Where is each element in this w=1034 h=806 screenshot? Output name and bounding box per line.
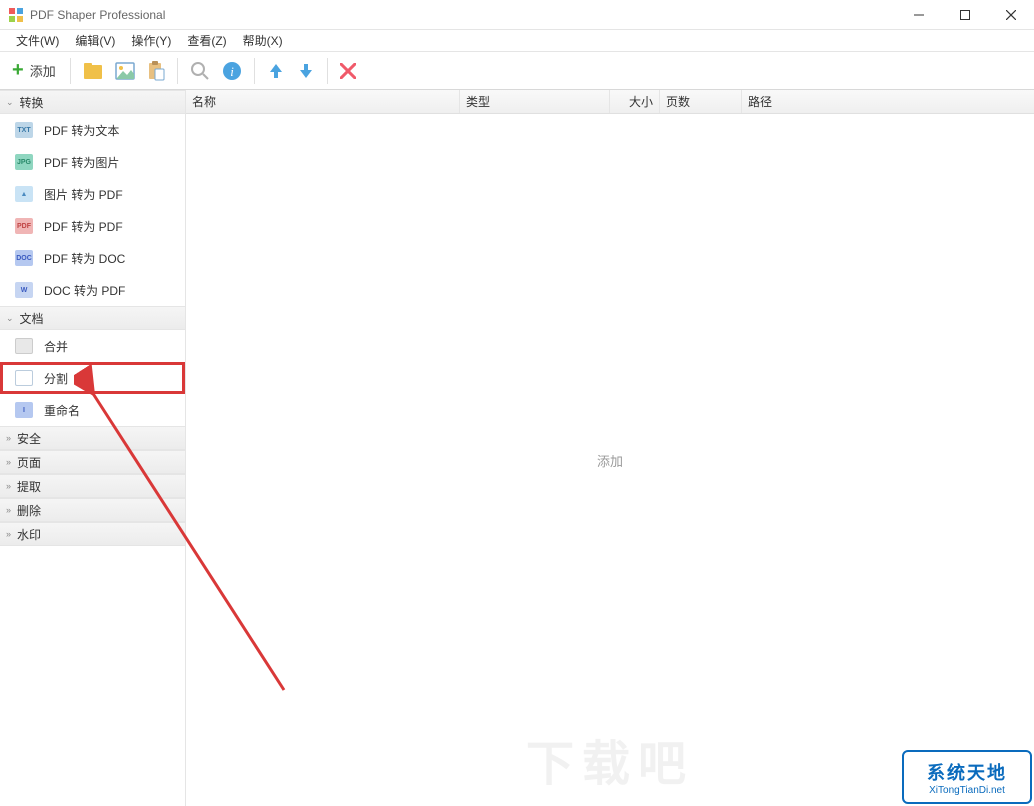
toolbar-separator bbox=[254, 58, 255, 84]
sidebar-item-pdf-to-text[interactable]: TXTPDF 转为文本 bbox=[0, 114, 185, 146]
plus-icon: + bbox=[12, 59, 24, 82]
column-pages[interactable]: 页数 bbox=[660, 90, 742, 113]
chevron-right-icon: » bbox=[6, 529, 11, 539]
sidebar-group-security[interactable]: »安全 bbox=[0, 426, 185, 450]
sidebar-item-rename[interactable]: I重命名 bbox=[0, 394, 185, 426]
paste-button[interactable] bbox=[143, 56, 169, 86]
sidebar-group-extract[interactable]: »提取 bbox=[0, 474, 185, 498]
remove-button[interactable] bbox=[336, 56, 360, 86]
image-button[interactable] bbox=[111, 56, 139, 86]
sidebar: ⌄转换 TXTPDF 转为文本 JPGPDF 转为图片 ▲图片 转为 PDF P… bbox=[0, 90, 186, 806]
minimize-button[interactable] bbox=[896, 0, 942, 29]
content: 名称 类型 大小 页数 路径 下载吧 添加 bbox=[186, 90, 1034, 806]
sidebar-group-delete[interactable]: »删除 bbox=[0, 498, 185, 522]
column-name[interactable]: 名称 bbox=[186, 90, 460, 113]
svg-text:i: i bbox=[230, 64, 234, 79]
menubar: 文件(W) 编辑(V) 操作(Y) 查看(Z) 帮助(X) bbox=[0, 30, 1034, 52]
menu-help[interactable]: 帮助(X) bbox=[235, 32, 291, 49]
search-button[interactable] bbox=[186, 56, 214, 86]
folder-button[interactable] bbox=[79, 56, 107, 86]
pdf-icon: PDF bbox=[14, 216, 34, 236]
add-button[interactable]: + 添加 bbox=[8, 56, 62, 86]
menu-file[interactable]: 文件(W) bbox=[8, 32, 67, 49]
menu-action[interactable]: 操作(Y) bbox=[123, 32, 179, 49]
move-up-button[interactable] bbox=[263, 56, 289, 86]
add-label: 添加 bbox=[30, 61, 56, 80]
sidebar-group-watermark[interactable]: »水印 bbox=[0, 522, 185, 546]
sidebar-item-pdf-to-doc[interactable]: DOCPDF 转为 DOC bbox=[0, 242, 185, 274]
toolbar-separator bbox=[70, 58, 71, 84]
main: ⌄转换 TXTPDF 转为文本 JPGPDF 转为图片 ▲图片 转为 PDF P… bbox=[0, 90, 1034, 806]
image-icon: ▲ bbox=[14, 184, 34, 204]
menu-edit[interactable]: 编辑(V) bbox=[67, 32, 123, 49]
sidebar-item-pdf-to-pdf[interactable]: PDFPDF 转为 PDF bbox=[0, 210, 185, 242]
window-title: PDF Shaper Professional bbox=[30, 8, 896, 22]
sidebar-item-merge[interactable]: 合并 bbox=[0, 330, 185, 362]
column-size[interactable]: 大小 bbox=[610, 90, 660, 113]
menu-view[interactable]: 查看(Z) bbox=[179, 32, 234, 49]
toolbar-separator bbox=[177, 58, 178, 84]
drop-hint: 添加 bbox=[597, 451, 623, 470]
page-icon bbox=[14, 336, 34, 356]
sidebar-item-image-to-pdf[interactable]: ▲图片 转为 PDF bbox=[0, 178, 185, 210]
chevron-down-icon: ⌄ bbox=[6, 313, 14, 324]
column-headers: 名称 类型 大小 页数 路径 bbox=[186, 90, 1034, 114]
file-drop-area[interactable]: 下载吧 添加 bbox=[186, 114, 1034, 806]
titlebar: PDF Shaper Professional bbox=[0, 0, 1034, 30]
brand-title: 系统天地 bbox=[927, 759, 1007, 785]
chevron-right-icon: » bbox=[6, 481, 11, 491]
brand-url: XiTongTianDi.net bbox=[929, 785, 1005, 796]
doc-icon: DOC bbox=[14, 248, 34, 268]
app-icon bbox=[8, 7, 24, 23]
split-icon bbox=[14, 368, 34, 388]
brand-badge: 系统天地 XiTongTianDi.net bbox=[902, 750, 1032, 804]
sidebar-group-pages[interactable]: »页面 bbox=[0, 450, 185, 474]
jpg-icon: JPG bbox=[14, 152, 34, 172]
column-path[interactable]: 路径 bbox=[742, 90, 1034, 113]
sidebar-group-document[interactable]: ⌄文档 bbox=[0, 306, 185, 330]
sidebar-group-convert[interactable]: ⌄转换 bbox=[0, 90, 185, 114]
chevron-right-icon: » bbox=[6, 457, 11, 467]
sidebar-item-doc-to-pdf[interactable]: WDOC 转为 PDF bbox=[0, 274, 185, 306]
close-button[interactable] bbox=[988, 0, 1034, 29]
chevron-right-icon: » bbox=[6, 433, 11, 443]
sidebar-item-pdf-to-image[interactable]: JPGPDF 转为图片 bbox=[0, 146, 185, 178]
move-down-button[interactable] bbox=[293, 56, 319, 86]
watermark-text: 下载吧 bbox=[526, 724, 694, 794]
word-icon: W bbox=[14, 280, 34, 300]
rename-icon: I bbox=[14, 400, 34, 420]
sidebar-item-split[interactable]: 分割 bbox=[0, 362, 185, 394]
toolbar-separator bbox=[327, 58, 328, 84]
info-button[interactable]: i bbox=[218, 56, 246, 86]
txt-icon: TXT bbox=[14, 120, 34, 140]
chevron-right-icon: » bbox=[6, 505, 11, 515]
maximize-button[interactable] bbox=[942, 0, 988, 29]
chevron-down-icon: ⌄ bbox=[6, 97, 14, 108]
column-type[interactable]: 类型 bbox=[460, 90, 610, 113]
toolbar: + 添加 i bbox=[0, 52, 1034, 90]
window-controls bbox=[896, 0, 1034, 29]
